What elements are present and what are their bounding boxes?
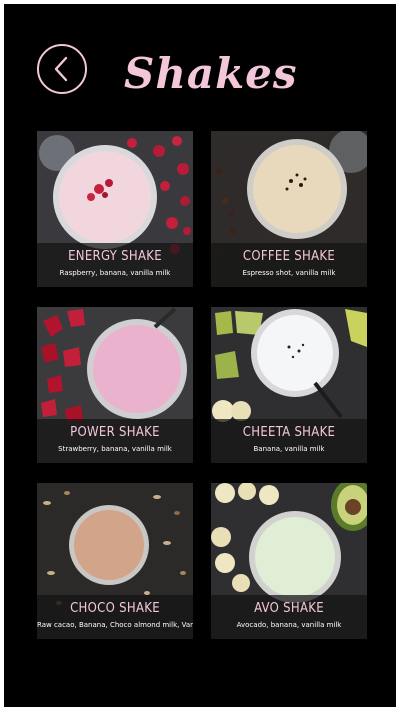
shake-name: AVO SHAKE: [254, 601, 324, 616]
shake-card-avo[interactable]: AVO SHAKE Avocado, banana, vanilla milk: [211, 483, 367, 639]
card-caption: POWER SHAKE Strawberry, banana, vanilla …: [37, 419, 193, 463]
shake-name: CHEETA SHAKE: [242, 425, 336, 440]
card-caption: COFFEE SHAKE Espresso shot, vanilla milk: [211, 243, 367, 287]
shake-description: Banana, vanilla milk: [253, 445, 325, 453]
app-screen: Shakes ENERGY SHAKE Raspberry, banana, v…: [4, 4, 396, 707]
card-caption: CHOCO SHAKE Raw cacao, Banana, Choco alm…: [37, 595, 193, 639]
shake-description: Espresso shot, vanilla milk: [242, 269, 336, 277]
shake-name: CHOCO SHAKE: [70, 601, 160, 616]
shake-name: ENERGY SHAKE: [68, 249, 162, 264]
shake-name: COFFEE SHAKE: [242, 249, 336, 264]
card-caption: AVO SHAKE Avocado, banana, vanilla milk: [211, 595, 367, 639]
card-caption: ENERGY SHAKE Raspberry, banana, vanilla …: [37, 243, 193, 287]
shake-description: Raspberry, banana, vanilla milk: [59, 269, 171, 277]
chevron-left-icon: [54, 56, 68, 82]
card-caption: CHEETA SHAKE Banana, vanilla milk: [211, 419, 367, 463]
shake-card-choco[interactable]: CHOCO SHAKE Raw cacao, Banana, Choco alm…: [37, 483, 193, 639]
shake-card-power[interactable]: POWER SHAKE Strawberry, banana, vanilla …: [37, 307, 193, 463]
shake-card-energy[interactable]: ENERGY SHAKE Raspberry, banana, vanilla …: [37, 131, 193, 287]
page-title: Shakes: [124, 49, 298, 98]
shake-description: Avocado, banana, vanilla milk: [236, 621, 342, 629]
shake-card-coffee[interactable]: COFFEE SHAKE Espresso shot, vanilla milk: [211, 131, 367, 287]
shake-name: POWER SHAKE: [70, 425, 160, 440]
back-button[interactable]: [37, 44, 87, 94]
shake-description: Strawberry, banana, vanilla milk: [58, 445, 172, 453]
shake-card-cheeta[interactable]: CHEETA SHAKE Banana, vanilla milk: [211, 307, 367, 463]
shake-description: Raw cacao, Banana, Choco almond milk, Va…: [37, 621, 193, 629]
